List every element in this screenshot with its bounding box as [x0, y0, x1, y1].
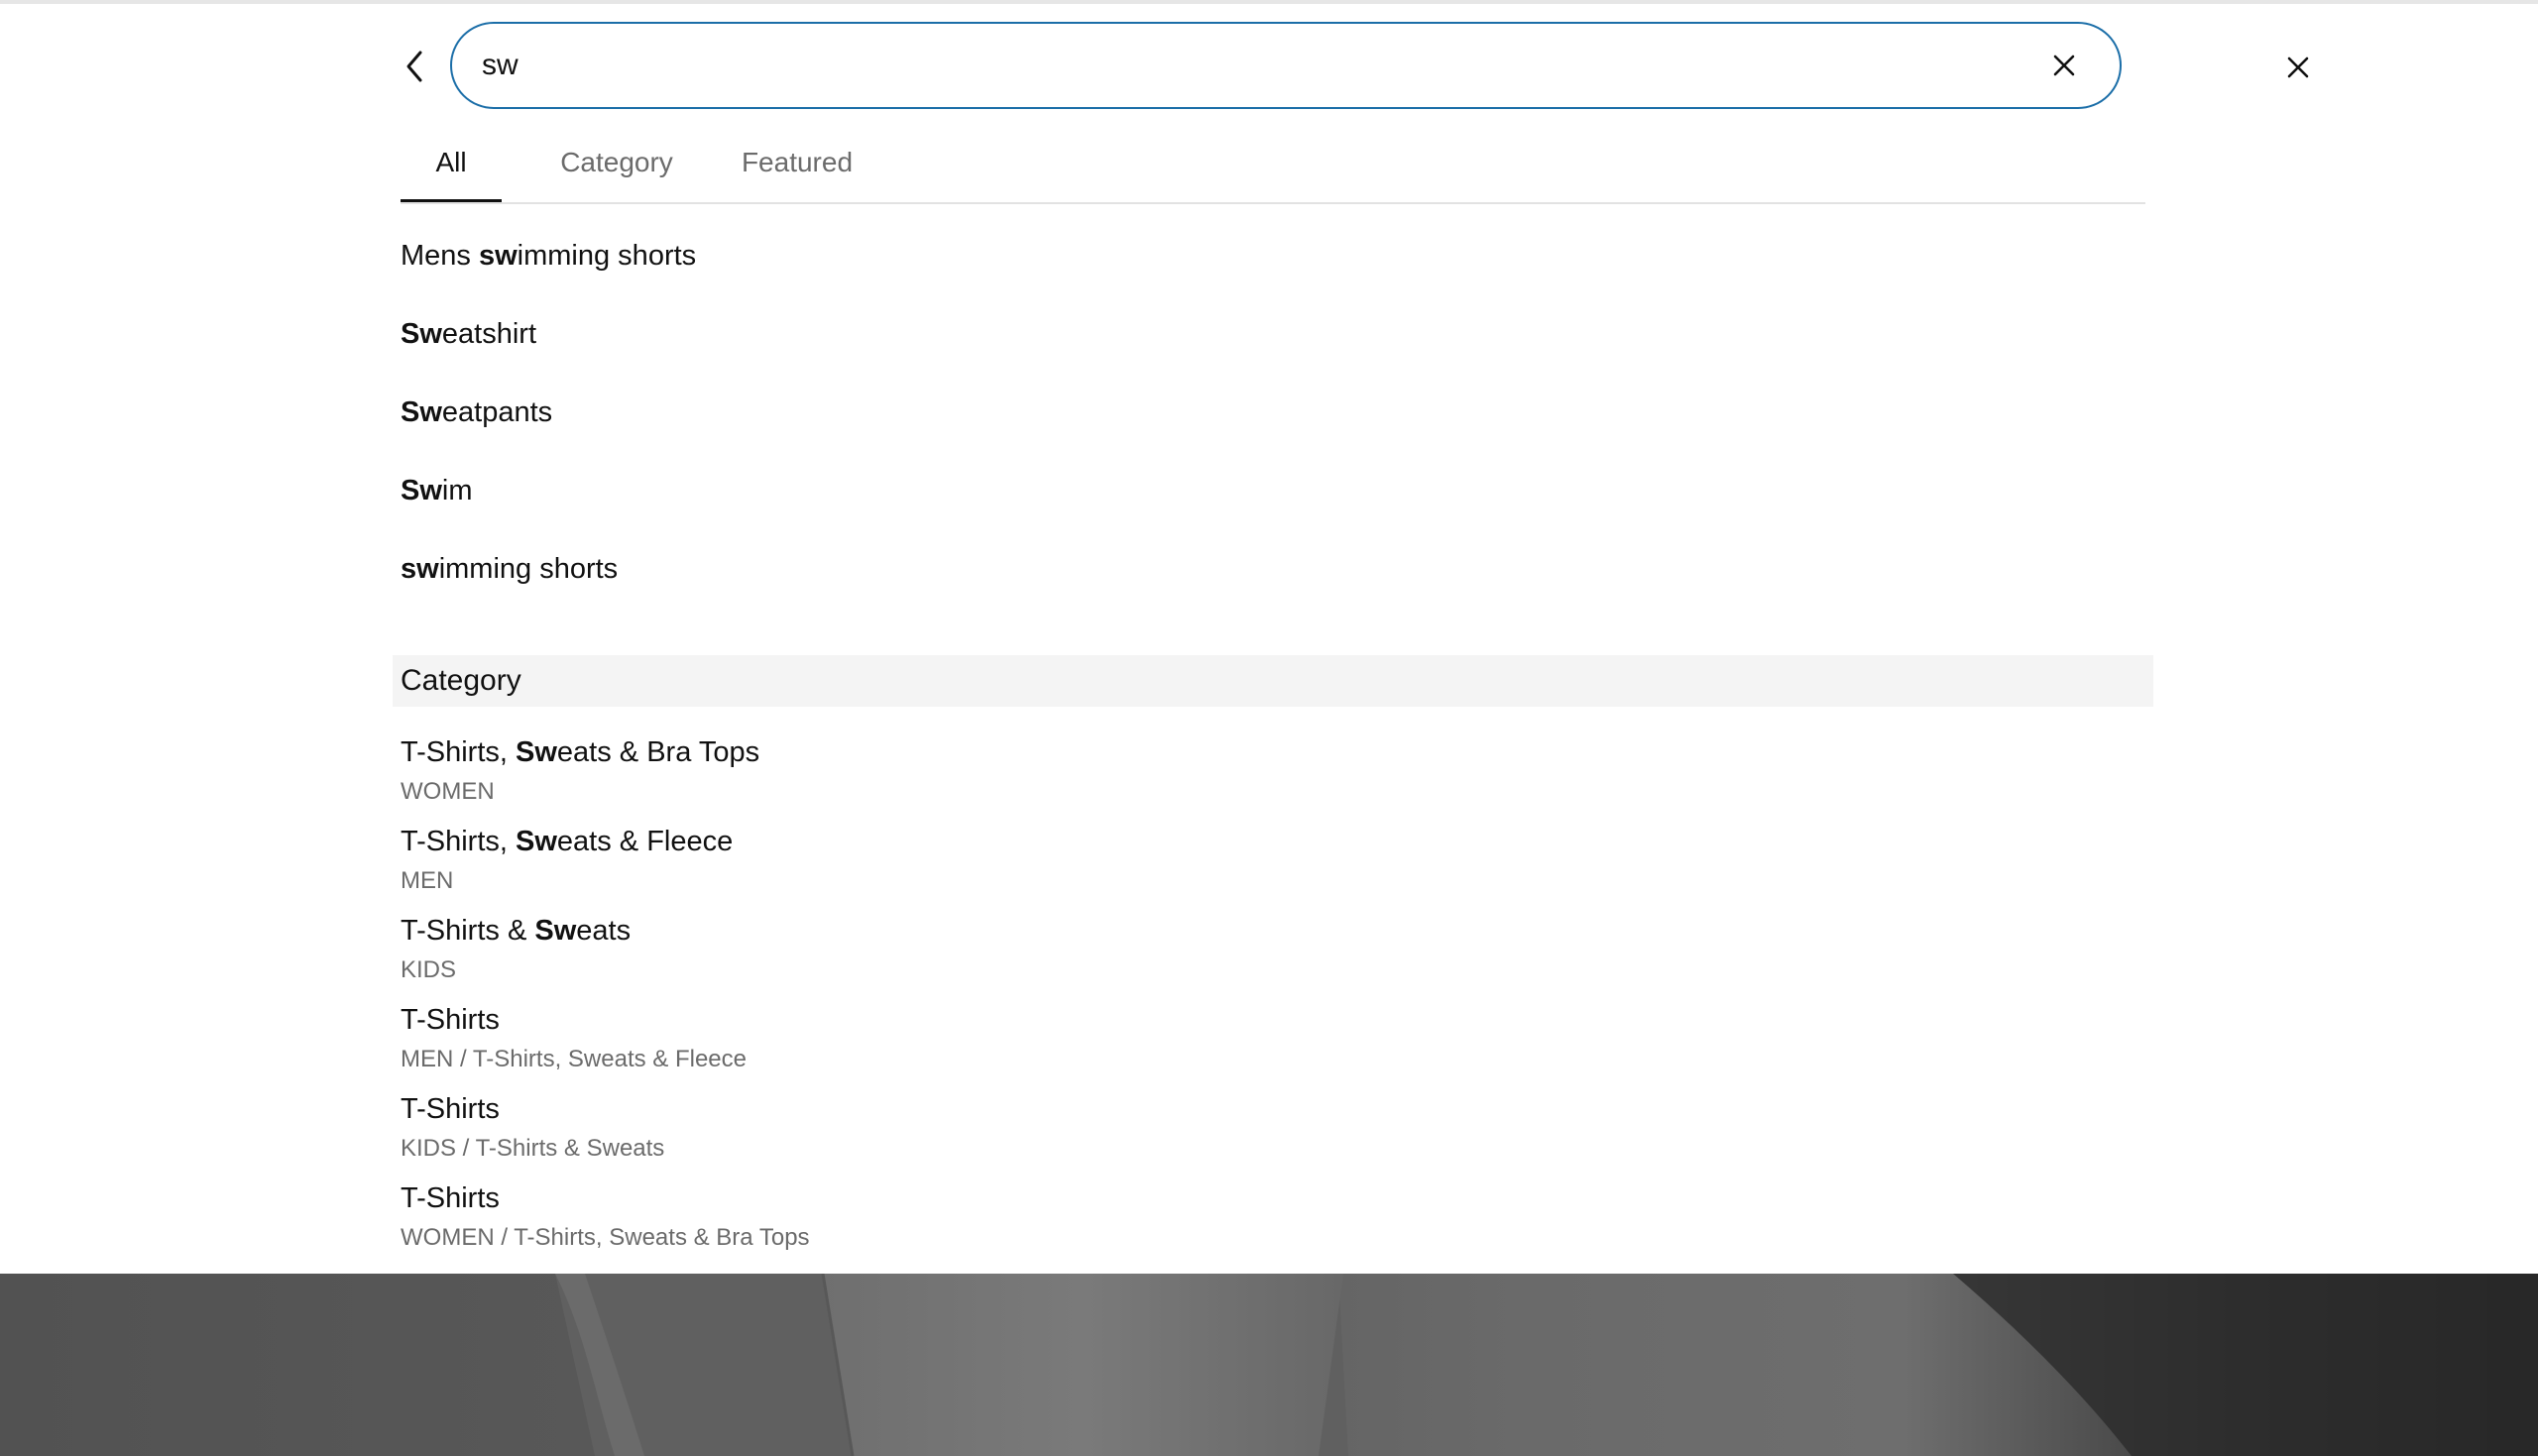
suggestion-match: Sw [401, 318, 442, 350]
category-title: T-Shirts [401, 1181, 1888, 1215]
close-icon [2287, 56, 2309, 78]
suggestion-text: imming shorts [517, 240, 697, 272]
category-title: T-Shirts [401, 1092, 1888, 1126]
category-path: MEN / T-Shirts, Sweats & Fleece [401, 1046, 747, 1072]
category-item[interactable]: T-Shirts, Sweats & Fleece MEN [401, 825, 1888, 896]
suggestion-match: Sw [401, 475, 442, 506]
close-search-button[interactable] [2276, 46, 2320, 89]
category-item[interactable]: T-Shirts KIDS / T-Shirts & Sweats [401, 1092, 1888, 1164]
suggestion-text: im [441, 475, 473, 506]
category-title-match: Sw [516, 826, 557, 857]
category-title: T-Shirts [401, 1003, 1888, 1037]
suggestion-match: sw [478, 240, 518, 272]
category-section-header: Category [393, 655, 2153, 707]
section-heading: Category [401, 664, 521, 697]
category-title-text: T-Shirts [401, 1093, 500, 1125]
category-title: T-Shirts, Sweats & Fleece [401, 825, 1888, 858]
category-path: KIDS / T-Shirts & Sweats [401, 1135, 665, 1162]
category-path: MEN [401, 867, 454, 894]
category-title-text: T-Shirts [401, 1004, 500, 1036]
category-path: WOMEN / T-Shirts, Sweats & Bra Tops [401, 1224, 810, 1251]
hero-photo [555, 1274, 2538, 1456]
clear-search-button[interactable] [2044, 46, 2084, 85]
suggestion-item[interactable]: swimming shorts [401, 553, 618, 586]
back-button[interactable] [395, 44, 434, 89]
suggestion-text: imming shorts [438, 553, 619, 585]
category-title: T-Shirts & Sweats [401, 914, 1888, 948]
category-title-text: eats & Bra Tops [556, 736, 760, 768]
suggestion-text: Mens [401, 240, 479, 272]
category-title-text: T-Shirts [401, 1182, 500, 1214]
suggestion-item[interactable]: Mens swimming shorts [401, 240, 696, 273]
search-box [450, 22, 2122, 109]
tab-featured[interactable]: Featured [718, 133, 876, 202]
category-item[interactable]: T-Shirts WOMEN / T-Shirts, Sweats & Bra … [401, 1181, 1888, 1253]
category-path: WOMEN [401, 778, 495, 805]
category-title-match: Sw [516, 736, 557, 768]
category-title-text: T-Shirts, [401, 736, 517, 768]
suggestion-text: eatshirt [441, 318, 537, 350]
category-title-match: Sw [534, 915, 577, 947]
category-path: KIDS [401, 956, 457, 983]
background-hero-image [0, 1274, 2538, 1456]
category-item[interactable]: T-Shirts, Sweats & Bra Tops WOMEN [401, 735, 1888, 807]
suggestion-match: sw [401, 553, 439, 585]
category-title-text: T-Shirts, [401, 826, 517, 857]
category-item[interactable]: T-Shirts MEN / T-Shirts, Sweats & Fleece [401, 1003, 1888, 1074]
category-item[interactable]: T-Shirts & Sweats KIDS [401, 914, 1888, 985]
category-title-text: eats [576, 915, 632, 947]
suggestion-item[interactable]: Swim [401, 475, 473, 507]
chevron-left-icon [406, 51, 422, 82]
close-icon [2053, 55, 2075, 76]
suggestion-match: Sw [401, 396, 442, 428]
category-title: T-Shirts, Sweats & Bra Tops [401, 735, 1888, 769]
search-tabs: All Category Featured [401, 133, 2145, 204]
suggestion-text: eatpants [441, 396, 553, 428]
category-title-text: eats & Fleece [556, 826, 734, 857]
search-overlay-panel: All Category Featured Mens swimming shor… [0, 4, 2538, 1274]
suggestion-item[interactable]: Sweatshirt [401, 318, 536, 351]
tab-all[interactable]: All [401, 133, 502, 202]
suggestion-item[interactable]: Sweatpants [401, 396, 552, 429]
tab-category[interactable]: Category [537, 133, 696, 202]
search-input[interactable] [482, 44, 1969, 87]
category-title-text: T-Shirts & [401, 915, 535, 947]
